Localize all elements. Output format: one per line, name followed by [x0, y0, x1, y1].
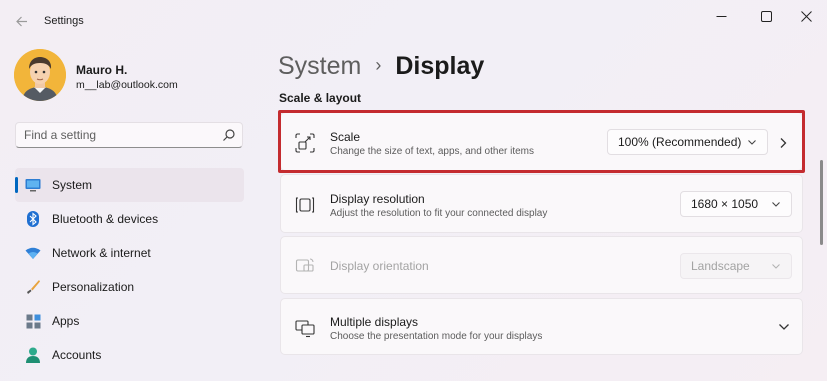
app-title: Settings: [44, 15, 84, 27]
chevron-down-icon[interactable]: [778, 322, 790, 332]
user-email: m__lab@outlook.com: [76, 79, 178, 91]
close-button[interactable]: [785, 2, 827, 30]
search-icon[interactable]: [222, 128, 236, 142]
scale-icon: [295, 133, 315, 153]
maximize-icon: [760, 10, 772, 22]
page-title: Display: [395, 51, 485, 80]
accounts-icon: [25, 347, 41, 363]
search-box[interactable]: [15, 122, 243, 148]
back-button[interactable]: [8, 8, 34, 34]
resolution-icon: [295, 197, 315, 213]
sidebar-item-system[interactable]: System: [15, 168, 244, 202]
orientation-setting-card: Display orientation Landscape: [280, 236, 803, 294]
sidebar-item-apps[interactable]: Apps: [15, 304, 244, 338]
bluetooth-icon: [25, 211, 41, 227]
sidebar-item-label: Network & internet: [52, 246, 151, 260]
chevron-right-icon[interactable]: [778, 137, 788, 149]
multiple-displays-subtitle: Choose the presentation mode for your di…: [330, 331, 543, 342]
resolution-subtitle: Adjust the resolution to fit your connec…: [330, 208, 548, 219]
user-name: Mauro H.: [76, 63, 128, 77]
scale-dropdown[interactable]: 100% (Recommended): [607, 129, 768, 155]
orientation-icon: [295, 258, 314, 272]
breadcrumb: System › Display: [278, 49, 484, 83]
apps-icon: [25, 313, 41, 329]
breadcrumb-parent[interactable]: System: [278, 52, 361, 81]
brush-icon: [25, 279, 41, 295]
multiple-displays-setting-card[interactable]: Multiple displays Choose the presentatio…: [280, 298, 803, 355]
resolution-title: Display resolution: [330, 192, 425, 206]
sidebar-item-network[interactable]: Network & internet: [15, 236, 244, 270]
resolution-setting-card[interactable]: Display resolution Adjust the resolution…: [280, 174, 803, 233]
sidebar-item-accounts[interactable]: Accounts: [15, 338, 244, 372]
chevron-down-icon: [772, 202, 780, 207]
multiple-displays-icon: [295, 320, 315, 338]
sidebar-item-label: Accounts: [52, 348, 102, 362]
orientation-title: Display orientation: [330, 259, 429, 273]
sidebar-nav: System Bluetooth & devices Network & int…: [15, 168, 244, 372]
search-input[interactable]: [24, 123, 214, 147]
sidebar-item-label: Apps: [52, 314, 80, 328]
sidebar-item-personalization[interactable]: Personalization: [15, 270, 244, 304]
system-icon: [25, 177, 41, 193]
sidebar-item-label: Personalization: [52, 280, 135, 294]
chevron-down-icon: [748, 140, 756, 145]
scale-subtitle: Change the size of text, apps, and other…: [330, 146, 535, 157]
chevron-down-icon: [772, 264, 780, 269]
resolution-dropdown[interactable]: 1680 × 1050: [680, 191, 792, 217]
title-bar: Settings: [0, 0, 827, 40]
minimize-icon: [716, 15, 726, 17]
back-arrow-icon: [15, 16, 27, 26]
sidebar-item-bluetooth[interactable]: Bluetooth & devices: [15, 202, 244, 236]
orientation-dropdown: Landscape: [680, 253, 792, 279]
user-profile[interactable]: Mauro H. m__lab@outlook.com: [14, 48, 254, 104]
scale-title: Scale: [330, 130, 361, 144]
section-title: Scale & layout: [279, 91, 362, 105]
breadcrumb-separator: ›: [375, 54, 382, 75]
avatar: [14, 49, 66, 101]
wifi-icon: [25, 245, 41, 261]
scrollbar[interactable]: [820, 160, 823, 245]
maximize-button[interactable]: [745, 2, 787, 30]
resolution-dropdown-value: 1680 × 1050: [691, 197, 759, 211]
minimize-button[interactable]: [700, 2, 742, 30]
multiple-displays-title: Multiple displays: [330, 315, 419, 329]
close-icon: [800, 10, 812, 22]
sidebar-item-label: Bluetooth & devices: [52, 212, 159, 226]
sidebar-item-label: System: [52, 178, 93, 192]
active-indicator: [15, 177, 18, 193]
scale-setting-card[interactable]: Scale Change the size of text, apps, and…: [280, 112, 803, 171]
scale-dropdown-value: 100% (Recommended): [618, 135, 742, 149]
orientation-dropdown-value: Landscape: [691, 259, 750, 273]
